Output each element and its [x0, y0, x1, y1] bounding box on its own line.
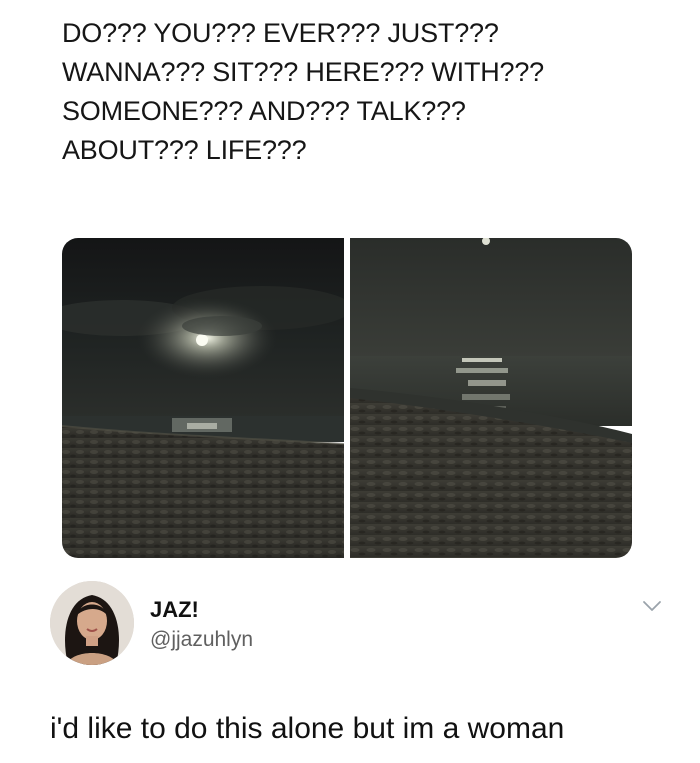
caption-line-4: ABOUT??? LIFE??? — [62, 135, 307, 165]
quoted-caption: DO??? YOU??? EVER??? JUST??? WANNA??? SI… — [62, 14, 662, 170]
beach-moon-photo-left — [62, 238, 344, 558]
author-avatar[interactable] — [50, 581, 134, 665]
more-options-button[interactable] — [641, 598, 663, 614]
beach-moon-photo-right — [350, 238, 632, 558]
caption-line-2: WANNA??? SIT??? HERE??? WITH??? — [62, 57, 544, 87]
author-display-name[interactable]: JAZ! — [150, 597, 199, 623]
beach-photo-right[interactable] — [350, 238, 632, 558]
beach-photo-left[interactable] — [62, 238, 344, 558]
caption-line-3: SOMEONE??? AND??? TALK??? — [62, 96, 466, 126]
tweet-text: i'd like to do this alone but im a woman — [50, 712, 565, 745]
chevron-down-icon — [643, 601, 661, 611]
avatar-icon — [50, 581, 134, 665]
caption-line-1: DO??? YOU??? EVER??? JUST??? — [62, 18, 499, 48]
author-handle[interactable]: @jjazuhlyn — [150, 628, 253, 652]
